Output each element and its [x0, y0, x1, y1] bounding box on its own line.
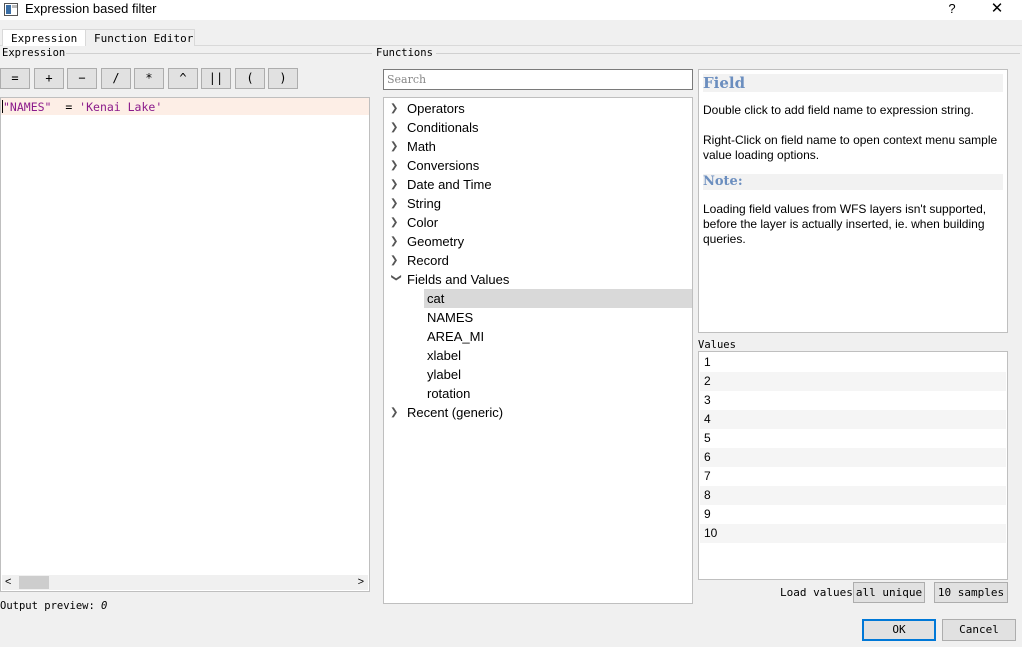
value-item[interactable]: 8 — [700, 486, 1006, 505]
ok-button[interactable]: OK — [862, 619, 936, 641]
chevron-right-icon[interactable]: ❯ — [390, 175, 402, 194]
values-list[interactable]: 1 2 3 4 5 6 7 8 9 10 — [698, 351, 1008, 580]
functions-group-label: Functions — [376, 47, 433, 59]
value-item[interactable]: 9 — [700, 505, 1006, 524]
value-item[interactable]: 5 — [700, 429, 1006, 448]
plus-button[interactable]: + — [34, 68, 64, 89]
help-note-heading: Note: — [703, 174, 1003, 190]
chevron-right-icon[interactable]: ❯ — [390, 118, 402, 137]
code-operator-token: = — [51, 100, 80, 114]
tree-field-rotation[interactable]: rotation — [424, 384, 692, 403]
chevron-right-icon[interactable]: ❯ — [390, 194, 402, 213]
tree-item-conversions[interactable]: ❯ Conversions — [384, 156, 692, 175]
help-paragraph-3: Loading field values from WFS layers isn… — [703, 202, 987, 246]
chevron-right-icon[interactable]: ❯ — [390, 213, 402, 232]
minus-button[interactable]: − — [67, 68, 97, 89]
power-button[interactable]: ^ — [168, 68, 198, 89]
help-button[interactable]: ? — [940, 0, 964, 20]
values-label: Values — [698, 339, 736, 351]
tree-item-operators[interactable]: ❯ Operators — [384, 99, 692, 118]
function-tree[interactable]: ❯ Operators ❯ Conditionals ❯ Math ❯ Conversi… — [383, 97, 693, 604]
help-paragraph-1: Double click to add field name to expres… — [703, 103, 974, 117]
code-string-token: 'Kenai Lake' — [79, 100, 163, 114]
tree-item-math[interactable]: ❯ Math — [384, 137, 692, 156]
scroll-right-icon[interactable]: > — [358, 575, 364, 590]
open-paren-button[interactable]: ( — [235, 68, 265, 89]
tab-function-editor[interactable]: Function Editor — [85, 29, 195, 46]
cancel-button[interactable]: Cancel — [942, 619, 1016, 641]
tree-field-xlabel[interactable]: xlabel — [424, 346, 692, 365]
help-paragraph-2: Right-Click on field name to open contex… — [703, 133, 998, 162]
load-values-label: Load values — [780, 586, 853, 599]
tree-field-area-mi[interactable]: AREA_MI — [424, 327, 692, 346]
value-item[interactable]: 3 — [700, 391, 1006, 410]
value-item[interactable]: 1 — [700, 353, 1006, 372]
tree-item-fields-and-values[interactable]: ❯ Fields and Values — [384, 270, 692, 289]
expression-group-line — [66, 53, 372, 54]
chevron-right-icon[interactable]: ❯ — [390, 403, 402, 422]
chevron-right-icon[interactable]: ❯ — [390, 251, 402, 270]
tree-item-recent[interactable]: ❯ Recent (generic) — [384, 403, 692, 422]
window-title: Expression based filter — [25, 1, 157, 16]
value-item[interactable]: 4 — [700, 410, 1006, 429]
tree-field-ylabel[interactable]: ylabel — [424, 365, 692, 384]
tree-field-cat[interactable]: cat — [424, 289, 692, 308]
all-unique-button[interactable]: all unique — [853, 582, 925, 603]
multiply-button[interactable]: * — [134, 68, 164, 89]
title-bar: Expression based filter ? ✕ — [0, 0, 1022, 20]
output-preview-value: 0 — [101, 600, 108, 612]
text-caret — [2, 100, 3, 113]
chevron-right-icon[interactable]: ❯ — [390, 156, 402, 175]
tree-item-string[interactable]: ❯ String — [384, 194, 692, 213]
output-preview-label: Output preview: — [0, 600, 95, 612]
tree-item-date-and-time[interactable]: ❯ Date and Time — [384, 175, 692, 194]
help-field-heading: Field — [703, 74, 1003, 92]
close-paren-button[interactable]: ) — [268, 68, 298, 89]
chevron-right-icon[interactable]: ❯ — [390, 232, 402, 251]
chevron-right-icon[interactable]: ❯ — [390, 137, 402, 156]
close-button[interactable]: ✕ — [982, 0, 1012, 20]
tree-item-color[interactable]: ❯ Color — [384, 213, 692, 232]
divide-button[interactable]: / — [101, 68, 131, 89]
value-item[interactable]: 7 — [700, 467, 1006, 486]
functions-group-line — [436, 53, 1020, 54]
scrollbar-thumb[interactable] — [19, 576, 49, 589]
scroll-left-icon[interactable]: < — [5, 575, 11, 590]
concat-button[interactable]: || — [201, 68, 231, 89]
expression-editor[interactable]: "NAMES" = 'Kenai Lake' < > — [0, 97, 370, 592]
chevron-right-icon[interactable]: ❯ — [390, 99, 402, 118]
tree-field-names[interactable]: NAMES — [424, 308, 692, 327]
tree-item-geometry[interactable]: ❯ Geometry — [384, 232, 692, 251]
app-icon — [4, 3, 18, 16]
horizontal-scrollbar[interactable]: < > — [2, 575, 368, 590]
expression-code: "NAMES" = 'Kenai Lake' — [3, 100, 162, 114]
code-field-token: "NAMES" — [3, 100, 52, 114]
value-item[interactable]: 2 — [700, 372, 1006, 391]
value-item[interactable]: 10 — [700, 524, 1006, 543]
help-panel: Field Double click to add field name to … — [698, 69, 1008, 333]
tab-expression[interactable]: Expression — [2, 29, 87, 46]
search-input[interactable] — [383, 69, 693, 90]
tree-item-conditionals[interactable]: ❯ Conditionals — [384, 118, 692, 137]
value-item[interactable]: 6 — [700, 448, 1006, 467]
chevron-down-icon[interactable]: ❯ — [387, 274, 406, 286]
ten-samples-button[interactable]: 10 samples — [934, 582, 1008, 603]
tree-item-record[interactable]: ❯ Record — [384, 251, 692, 270]
expression-group-label: Expression — [2, 47, 66, 59]
equals-button[interactable]: = — [0, 68, 30, 89]
